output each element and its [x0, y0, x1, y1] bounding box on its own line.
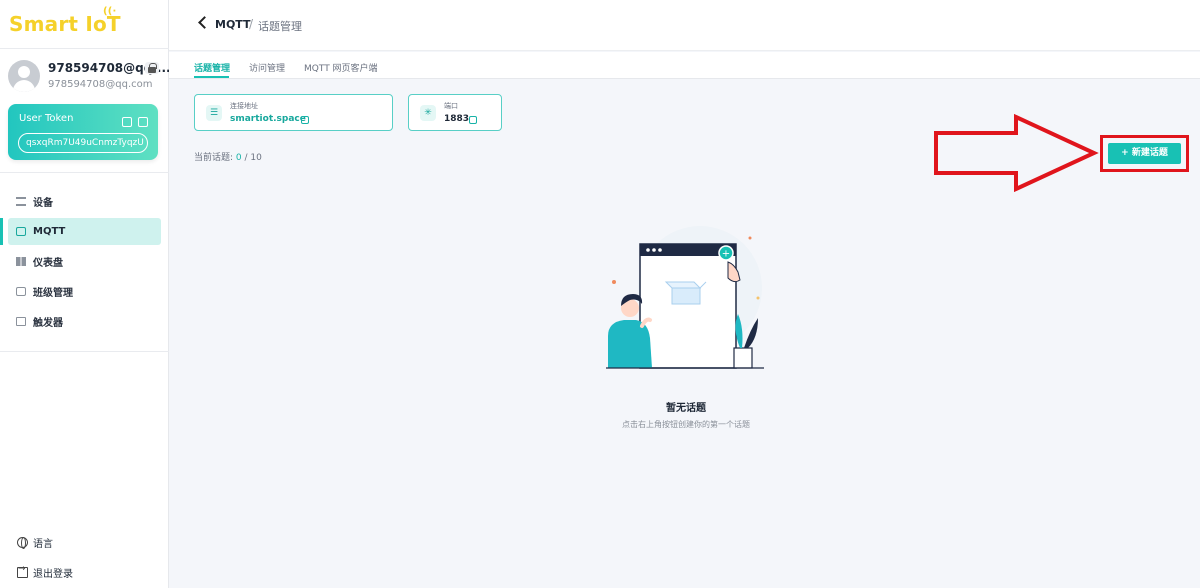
- sidebar-item-label: 触发器: [33, 318, 63, 329]
- token-title: User Token: [19, 113, 74, 124]
- tab-web-client[interactable]: MQTT 网页客户端: [304, 61, 378, 74]
- tab-bar: 话题管理 访问管理 MQTT 网页客户端: [169, 52, 1200, 79]
- active-tab-indicator: [194, 76, 229, 78]
- user-token-card: User Token qsxqRm7U49uCnmzTyqzU: [8, 104, 158, 160]
- empty-state-description: 点击右上角按钮创建你的第一个话题: [622, 420, 750, 429]
- sidebar-item-class[interactable]: 班级管理: [8, 278, 161, 305]
- port-value: 1883: [444, 114, 470, 124]
- topic-count: 当前话题: 0 / 10: [194, 150, 262, 163]
- language-label: 语言: [33, 539, 53, 550]
- trigger-icon: [16, 317, 26, 326]
- copy-icon[interactable]: [301, 116, 309, 124]
- user-profile[interactable]: 978594708@qq.... 978594708@qq.com: [8, 60, 171, 94]
- port-label: 端口: [444, 102, 458, 110]
- divider: [0, 351, 169, 352]
- sidebar-item-device[interactable]: 设备: [8, 188, 161, 215]
- breadcrumb-root[interactable]: MQTT: [215, 18, 251, 31]
- back-icon[interactable]: [198, 16, 211, 29]
- sidebar-nav: 设备 MQTT 仪表盘 班级管理 触发器: [0, 188, 161, 338]
- sidebar-item-label: 仪表盘: [33, 258, 63, 269]
- avatar: [8, 60, 40, 92]
- empty-state-illustration: +: [606, 226, 764, 369]
- tab-access-management[interactable]: 访问管理: [249, 61, 285, 74]
- token-value[interactable]: qsxqRm7U49uCnmzTyqzU: [18, 133, 148, 153]
- sidebar-item-label: MQTT: [33, 226, 66, 237]
- divider: [0, 172, 169, 173]
- app-logo[interactable]: Smart IoT ((·: [9, 6, 121, 36]
- annotation-arrow: [934, 113, 1099, 192]
- breadcrumb-separator: /: [249, 17, 254, 31]
- topic-count-current: 0: [235, 153, 242, 163]
- port-icon: ✳: [420, 105, 436, 121]
- logout-label: 退出登录: [33, 569, 73, 580]
- copy-icon[interactable]: [469, 116, 477, 124]
- logout-icon: [17, 564, 28, 578]
- lock-icon[interactable]: [145, 62, 159, 74]
- new-topic-button[interactable]: + 新建话题: [1108, 143, 1181, 164]
- sidebar-item-mqtt[interactable]: MQTT: [0, 218, 161, 245]
- refresh-token-icon[interactable]: [122, 117, 132, 127]
- sidebar: Smart IoT ((· 978594708@qq.... 978594708…: [0, 0, 171, 588]
- sidebar-item-label: 班级管理: [33, 288, 73, 299]
- annotation-highlight-box: + 新建话题: [1100, 135, 1189, 172]
- page-header: MQTT / 话题管理: [169, 0, 1200, 51]
- sidebar-item-trigger[interactable]: 触发器: [8, 308, 161, 335]
- host-value: smartiot.space: [230, 114, 306, 124]
- tab-topic-management[interactable]: 话题管理: [194, 61, 230, 74]
- wifi-icon: ((·: [103, 6, 117, 17]
- user-email: 978594708@qq.com: [48, 79, 153, 90]
- topic-count-label: 当前话题:: [194, 153, 234, 163]
- host-label: 连接地址: [230, 102, 258, 110]
- topic-count-max: / 10: [244, 153, 262, 163]
- host-card: ☰ 连接地址 smartiot.space: [194, 94, 393, 131]
- sidebar-item-dashboard[interactable]: 仪表盘: [8, 248, 161, 275]
- device-icon: [16, 197, 26, 206]
- chat-icon: [16, 227, 26, 236]
- svg-text:+: +: [722, 249, 730, 260]
- divider: [0, 48, 169, 49]
- class-icon: [16, 287, 26, 296]
- language-button[interactable]: 语言: [17, 535, 53, 550]
- breadcrumb-current: 话题管理: [258, 20, 302, 33]
- dashboard-icon: [16, 257, 26, 266]
- port-card: ✳ 端口 1883: [408, 94, 502, 131]
- server-icon: ☰: [206, 105, 222, 121]
- copy-token-icon[interactable]: [138, 117, 148, 127]
- sidebar-item-label: 设备: [33, 198, 53, 209]
- logout-button[interactable]: 退出登录: [17, 564, 73, 580]
- globe-icon: [17, 537, 28, 549]
- empty-state-title: 暂无话题: [666, 403, 706, 414]
